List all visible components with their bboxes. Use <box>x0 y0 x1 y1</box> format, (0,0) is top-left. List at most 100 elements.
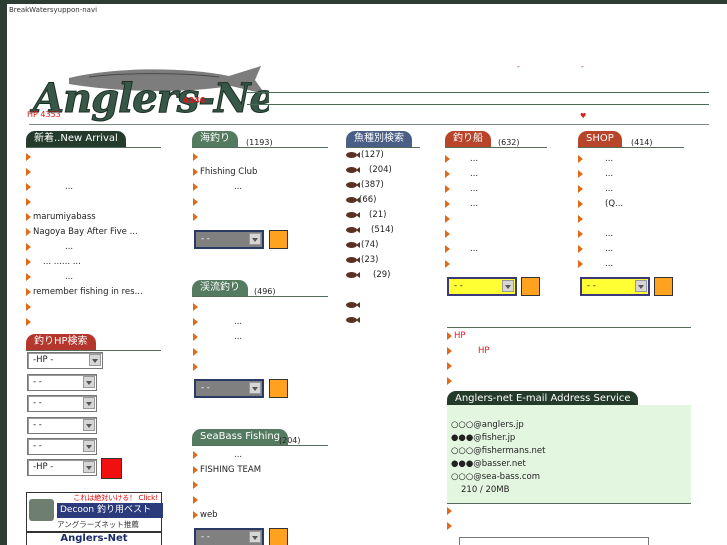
list-item[interactable]: Nagoya Bay After Five ... <box>26 225 176 240</box>
list-item[interactable]: (Q... <box>578 197 698 212</box>
list-item[interactable] <box>445 257 565 272</box>
list-item[interactable] <box>193 345 343 360</box>
list-item[interactable]: (66) <box>346 193 436 208</box>
list-item[interactable] <box>447 359 597 374</box>
list-item[interactable]: ... <box>445 242 565 257</box>
arrow-icon <box>193 480 198 489</box>
hp-search-select-6[interactable]: -HP - <box>27 459 97 476</box>
shop-select[interactable]: - - <box>580 277 650 296</box>
tab-hp-search[interactable]: 釣りHP検索 <box>26 334 96 350</box>
list-item[interactable]: ... <box>578 167 698 182</box>
list-item[interactable]: web <box>193 508 343 523</box>
boat-select[interactable]: - - <box>447 277 517 296</box>
boat-go-button[interactable] <box>521 277 540 296</box>
list-item[interactable] <box>193 195 343 210</box>
hp-search-select-5[interactable]: - - <box>27 438 97 455</box>
tab-seabass-fishing[interactable]: SeaBass Fishing <box>192 429 289 445</box>
list-item[interactable] <box>193 150 343 165</box>
arrow-icon <box>445 259 450 268</box>
list-item[interactable]: (74) <box>346 238 436 253</box>
list-item[interactable] <box>447 504 597 519</box>
tab-shop[interactable]: SHOP <box>578 131 622 147</box>
list-item[interactable]: FISHING TEAM <box>193 463 343 478</box>
list-item[interactable]: ... <box>578 152 698 167</box>
arrow-icon <box>578 229 583 238</box>
list-item[interactable]: ... <box>578 227 698 242</box>
seabass-list: ... FISHING TEAM web <box>193 448 343 523</box>
tab-species-search[interactable]: 魚種別検索 <box>346 131 412 147</box>
seabass-go-button[interactable] <box>269 528 288 545</box>
list-item[interactable]: HP <box>447 329 597 344</box>
list-item[interactable] <box>447 374 597 389</box>
chevron-down-icon <box>83 376 95 388</box>
tab-new-arrival[interactable]: 新着..New Arrival <box>26 131 126 147</box>
list-item[interactable]: marumiyabass <box>26 210 176 225</box>
list-item[interactable] <box>447 519 597 534</box>
email-line: ●●●@basser.net <box>451 459 526 469</box>
list-item[interactable]: ... <box>193 448 343 463</box>
list-item[interactable] <box>445 227 565 242</box>
site-logo[interactable]: Anglers-Net <box>29 64 269 124</box>
list-item[interactable]: HP <box>447 344 597 359</box>
hp-search-select-2[interactable]: - - <box>27 374 97 391</box>
list-item[interactable]: (23) <box>346 253 436 268</box>
list-item[interactable] <box>26 150 176 165</box>
list-item[interactable] <box>26 300 176 315</box>
list-item[interactable] <box>26 165 176 180</box>
list-item[interactable]: ... ...... ... <box>26 255 176 270</box>
sea-go-button[interactable] <box>269 230 288 249</box>
list-item[interactable] <box>193 493 343 508</box>
list-item[interactable]: ... <box>26 180 176 195</box>
arrow-icon <box>193 152 198 161</box>
list-item[interactable] <box>26 315 176 330</box>
search-input[interactable] <box>459 537 649 545</box>
list-item[interactable]: ... <box>578 182 698 197</box>
list-item[interactable] <box>193 300 343 315</box>
list-item[interactable] <box>193 478 343 493</box>
list-item[interactable]: ... <box>193 330 343 345</box>
seabass-select[interactable]: - - <box>194 528 264 545</box>
hp-search-select-4[interactable]: - - <box>27 417 97 434</box>
hp-search-rule <box>26 350 161 351</box>
list-item[interactable]: ... <box>578 242 698 257</box>
hp-search-select-3[interactable]: - - <box>27 395 97 412</box>
list-item[interactable] <box>346 298 436 313</box>
list-item[interactable]: ... <box>26 270 176 285</box>
list-item[interactable]: (21) <box>346 208 436 223</box>
tab-boat-fishing[interactable]: 釣り船 <box>445 131 491 147</box>
tab-sea-fishing[interactable]: 海釣り <box>192 131 238 147</box>
hp-search-go-button[interactable] <box>101 458 122 479</box>
list-item[interactable]: (514) <box>346 223 436 238</box>
list-item[interactable]: (29) <box>346 268 436 283</box>
shop-go-button[interactable] <box>654 277 673 296</box>
arrow-icon <box>447 346 452 355</box>
arrow-icon <box>26 182 31 191</box>
list-item[interactable] <box>193 360 343 375</box>
list-item[interactable]: (387) <box>346 178 436 193</box>
list-item[interactable]: remember fishing in res... <box>26 285 176 300</box>
decoon-banner[interactable]: これは絶対いける！ Click! Decoon 釣り用ベスト アングラーズネット… <box>26 492 163 532</box>
hp-search-select-1[interactable]: -HP - <box>27 352 103 369</box>
list-item[interactable] <box>445 212 565 227</box>
arrow-icon <box>26 272 31 281</box>
arrow-icon <box>445 229 450 238</box>
list-item[interactable] <box>26 195 176 210</box>
list-item[interactable]: (127) <box>346 148 436 163</box>
list-item[interactable] <box>193 210 343 225</box>
list-item[interactable] <box>578 212 698 227</box>
list-item[interactable]: (204) <box>346 163 436 178</box>
stream-go-button[interactable] <box>269 379 288 398</box>
list-item[interactable]: ... <box>26 240 176 255</box>
list-item[interactable]: ... <box>445 182 565 197</box>
list-item[interactable]: ... <box>445 167 565 182</box>
list-item[interactable]: ... <box>193 180 343 195</box>
sea-select[interactable]: - - <box>194 230 264 249</box>
tab-stream-fishing[interactable]: 渓流釣り <box>192 280 248 296</box>
list-item[interactable]: Fhishing Club <box>193 165 343 180</box>
stream-select[interactable]: - - <box>194 379 264 398</box>
list-item[interactable] <box>346 313 436 328</box>
list-item[interactable]: ... <box>445 197 565 212</box>
list-item[interactable]: ... <box>445 152 565 167</box>
list-item[interactable]: ... <box>578 257 698 272</box>
list-item[interactable]: ... <box>193 315 343 330</box>
